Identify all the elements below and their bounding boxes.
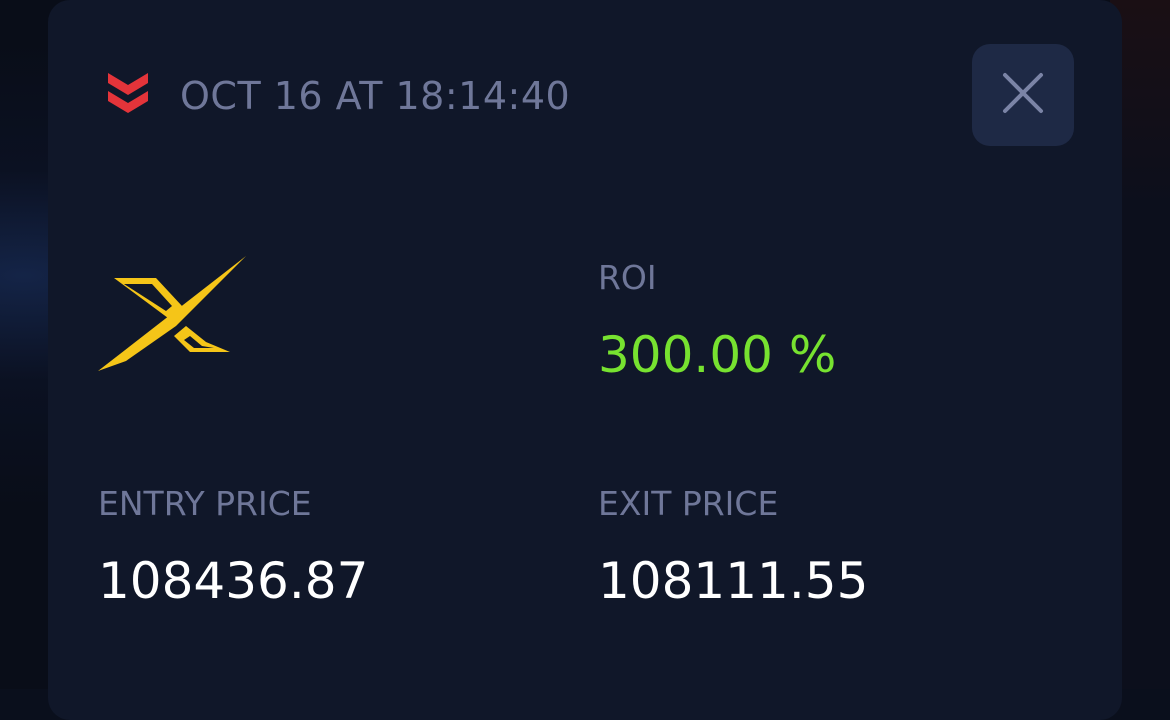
entry-price-label: ENTRY PRICE <box>98 484 312 523</box>
trade-header: OCT 16 AT 18:14:40 <box>108 58 570 134</box>
double-chevron-down-icon <box>108 71 148 121</box>
close-icon <box>1001 71 1045 119</box>
exit-price-label: EXIT PRICE <box>598 484 779 523</box>
trade-timestamp: OCT 16 AT 18:14:40 <box>180 74 571 118</box>
close-button[interactable] <box>972 44 1074 146</box>
roi-label: ROI <box>598 258 657 297</box>
exit-price-value: 108111.55 <box>598 552 869 610</box>
x-brand-logo <box>98 256 248 376</box>
roi-value: 300.00 % <box>598 326 837 384</box>
entry-price-value: 108436.87 <box>98 552 369 610</box>
trade-detail-card: OCT 16 AT 18:14:40 ROI 300.00 % ENTRY PR… <box>48 0 1122 720</box>
